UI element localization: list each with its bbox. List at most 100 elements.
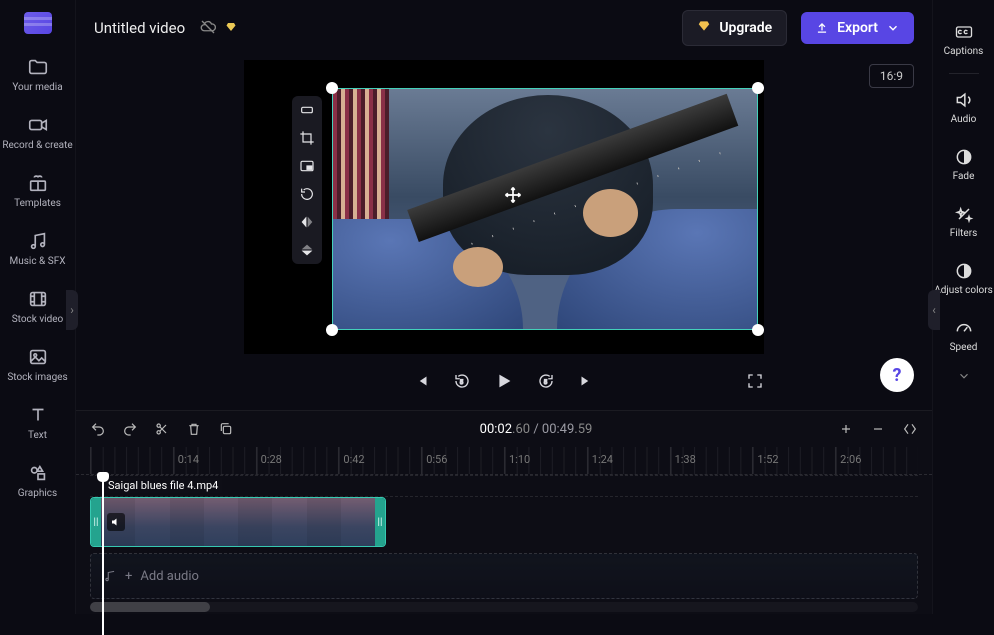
fit-timeline-button[interactable] [902,421,918,437]
resize-handle-top-right[interactable] [752,82,764,94]
help-button[interactable]: ? [880,358,914,392]
upgrade-label: Upgrade [719,20,772,36]
right-tab-filters[interactable]: Filters [933,194,994,249]
picture-in-picture-icon[interactable] [299,158,315,174]
svg-text:5: 5 [544,379,548,386]
right-tab-fade[interactable]: Fade [933,137,994,192]
rotate-icon[interactable] [299,186,315,202]
sidebar-item-label: Graphics [18,488,57,500]
delete-button[interactable] [186,421,202,437]
zoom-in-button[interactable] [838,421,854,437]
clip-audio-icon[interactable] [107,513,125,531]
folder-icon [27,56,49,78]
timeline-scrollbar[interactable] [90,602,918,612]
timeline-timecode: 00:02.60 / 00:49.59 [250,422,822,437]
video-title[interactable]: Untitled video [94,19,185,37]
duplicate-button[interactable] [218,421,234,437]
svg-text:5: 5 [460,379,464,386]
right-sidebar: Captions Audio Fade Filters Adjust color… [932,0,994,614]
clip-filename-label: Saigal blues file 4.mp4 [104,478,222,493]
right-tab-label: Adjust colors [934,285,993,296]
rewind-5s-button[interactable]: 5 [453,372,471,393]
right-tab-label: Captions [944,46,984,57]
right-tab-captions[interactable]: Captions [933,12,994,67]
timeline-ruler[interactable]: 0:14 0:28 0:42 0:56 1:10 1:24 1:38 1:52 … [76,447,932,475]
center-panel: Untitled video Upgrade Export 16:9 [76,0,932,614]
right-sidebar-more[interactable] [933,365,994,390]
resize-handle-top-left[interactable] [326,82,338,94]
sidebar-item-record-create[interactable]: Record & create [0,106,75,160]
flip-vertical-icon[interactable] [299,242,315,258]
resize-handle-bottom-left[interactable] [326,324,338,336]
forward-5s-button[interactable]: 5 [537,372,555,393]
sidebar-item-label: Text [28,430,47,442]
plus-icon: + [125,569,132,584]
selected-clip-frame[interactable] [332,88,758,330]
clip-trim-left-handle[interactable]: || [91,498,101,546]
gauge-icon [954,318,974,338]
diamond-icon [697,19,711,37]
sidebar-item-music-sfx[interactable]: Music & SFX [0,222,75,276]
clip-trim-right-handle[interactable]: || [375,498,385,546]
sidebar-item-your-media[interactable]: Your media [0,48,75,102]
skip-start-button[interactable] [413,372,431,393]
add-audio-label: Add audio [140,569,199,584]
flip-horizontal-icon[interactable] [299,214,315,230]
cloud-offline-icon[interactable] [199,18,217,39]
video-clip[interactable]: || || [90,497,386,547]
right-tab-speed[interactable]: Speed [933,308,994,363]
skip-end-button[interactable] [577,372,595,393]
redo-button[interactable] [122,421,138,437]
move-cursor-icon [503,185,523,208]
gift-icon [27,172,49,194]
topbar: Untitled video Upgrade Export [76,0,932,56]
right-tab-label: Speed [950,342,978,353]
camera-record-icon [27,114,49,136]
add-audio-track[interactable]: + Add audio [90,553,918,599]
fit-icon[interactable] [299,102,315,118]
image-icon [27,346,49,368]
play-button[interactable] [493,370,515,395]
film-icon [27,288,49,310]
right-panel-collapse[interactable]: ‹ [928,290,940,330]
zoom-out-button[interactable] [870,421,886,437]
upgrade-button[interactable]: Upgrade [682,10,787,46]
resize-handle-bottom-right[interactable] [752,324,764,336]
sparkle-icon [954,204,974,224]
right-tab-audio[interactable]: Audio [933,80,994,135]
sidebar-item-stock-images[interactable]: Stock images [0,338,75,392]
captions-icon [954,22,974,42]
sidebar-item-label: Stock images [7,372,67,384]
aspect-ratio-selector[interactable]: 16:9 [869,64,914,88]
sidebar-item-label: Stock video [12,314,64,326]
timeline-tracks[interactable]: Saigal blues file 4.mp4 || || + Add audi… [76,475,932,602]
preview-area: 16:9 [76,56,932,410]
fullscreen-button[interactable] [746,372,764,393]
split-button[interactable] [154,421,170,437]
sidebar-item-label: Music & SFX [10,256,66,268]
sidebar-item-text[interactable]: Text [0,396,75,450]
sidebar-item-label: Your media [12,82,62,94]
export-button[interactable]: Export [801,12,914,44]
sidebar-item-templates[interactable]: Templates [0,164,75,218]
right-tab-label: Fade [953,171,975,182]
sidebar-item-graphics[interactable]: Graphics [0,454,75,508]
sidebar-item-stock-video[interactable]: Stock video [0,280,75,334]
upload-icon [815,21,829,35]
clip-transform-toolbar [292,96,322,264]
fade-icon [954,147,974,167]
playhead[interactable] [102,475,104,635]
timeline-scroll-thumb[interactable] [90,602,210,612]
timeline-panel: 00:02.60 / 00:49.59 0:14 0:28 0:42 0:56 … [76,410,932,614]
right-tab-adjust-colors[interactable]: Adjust colors [933,251,994,306]
left-sidebar: Your media Record & create Templates Mus… [0,0,76,614]
right-tab-label: Filters [950,228,978,239]
right-tab-label: Audio [951,114,977,125]
undo-button[interactable] [90,421,106,437]
export-label: Export [837,20,878,36]
preview-canvas[interactable] [244,60,764,354]
music-note-icon [103,569,117,583]
crop-icon[interactable] [299,130,315,146]
chevron-down-icon [886,21,900,35]
playback-controls: 5 5 [244,370,764,395]
